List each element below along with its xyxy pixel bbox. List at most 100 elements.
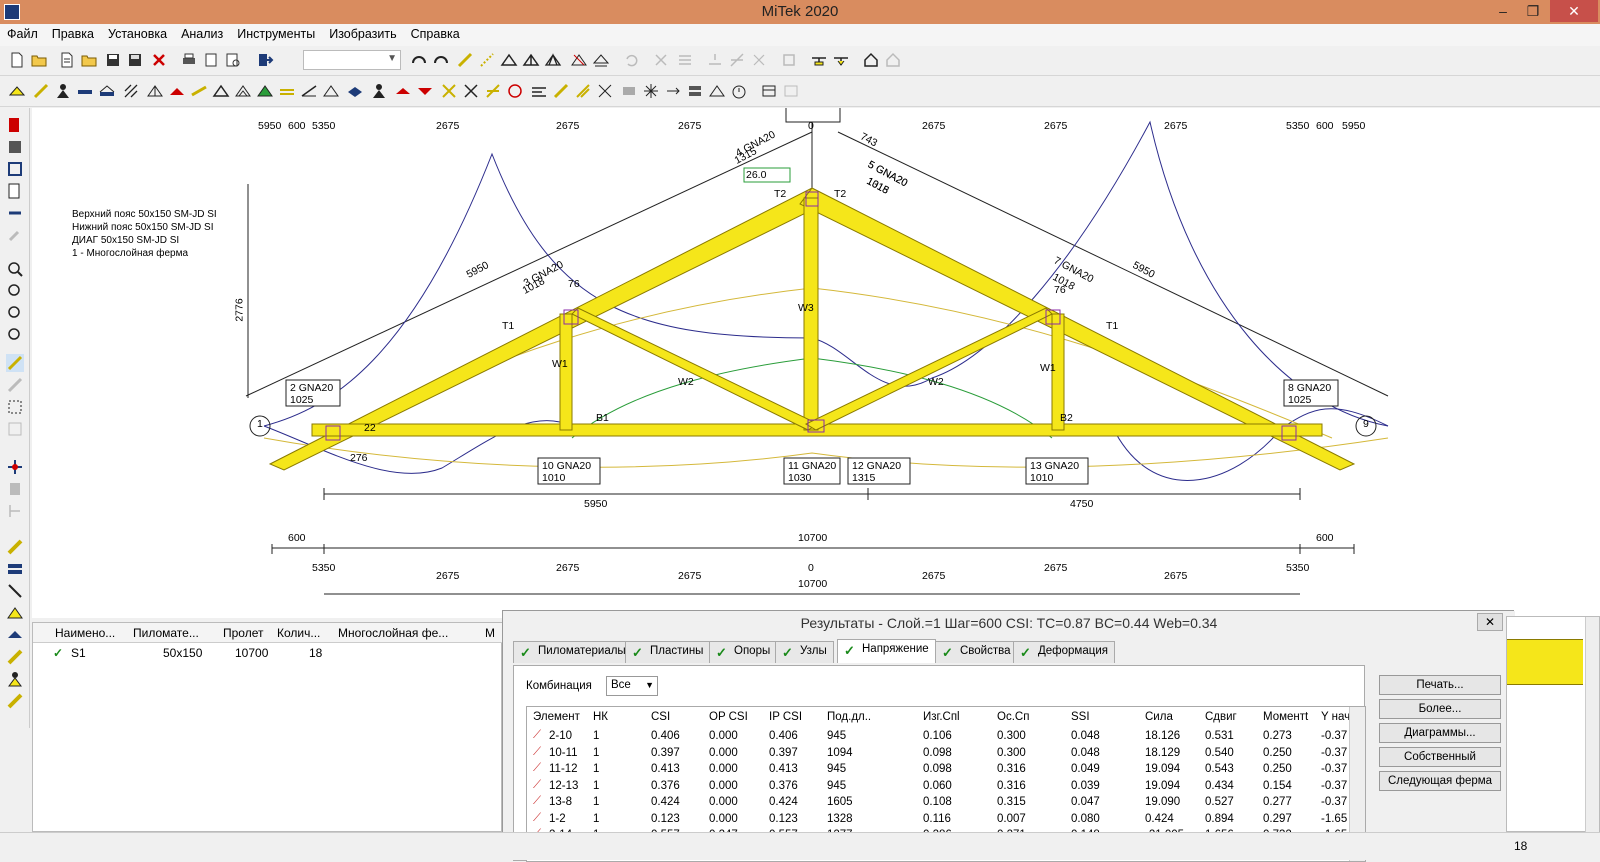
mini-scrollbar[interactable] (1585, 617, 1599, 833)
align-icon[interactable] (676, 51, 694, 69)
line-icon[interactable] (456, 51, 474, 69)
truss-type4-icon[interactable] (256, 82, 274, 100)
blue-block-icon[interactable] (346, 82, 364, 100)
truss-web-icon[interactable] (522, 51, 540, 69)
red-gable-icon[interactable] (394, 82, 412, 100)
web-split-icon[interactable] (484, 82, 502, 100)
blue-roof-icon[interactable] (6, 626, 24, 644)
combination-select[interactable]: Все ▼ (606, 676, 658, 696)
table-icon[interactable] (760, 82, 778, 100)
column-header[interactable]: Элемент (533, 711, 580, 723)
truss-check-icon[interactable] (592, 51, 610, 69)
custom-button[interactable]: Собственный (1379, 747, 1501, 767)
x-pattern-icon[interactable] (596, 82, 614, 100)
column-header[interactable]: Под.дл.. (827, 711, 871, 723)
column-header[interactable]: НК (593, 711, 608, 723)
more-button[interactable]: Более... (1379, 699, 1501, 719)
person-icon[interactable] (54, 82, 72, 100)
tab-deformation[interactable]: ✓ Деформация (1013, 641, 1115, 663)
open-folder-icon[interactable] (30, 51, 48, 69)
girder-icon[interactable] (98, 82, 116, 100)
rotate-icon[interactable] (780, 51, 798, 69)
beam-icon[interactable] (76, 82, 94, 100)
join-icon[interactable] (728, 51, 746, 69)
menu-analysis[interactable]: Анализ (174, 24, 230, 44)
plate-add-icon[interactable] (832, 51, 850, 69)
yellow-diag-icon[interactable] (6, 648, 24, 666)
maximize-button[interactable]: ❐ (1518, 0, 1548, 22)
cut-icon[interactable] (652, 51, 670, 69)
stack-icon[interactable] (686, 82, 704, 100)
dim2-icon[interactable] (6, 376, 24, 394)
table-row[interactable]: ⟋ 13-8 1 0.424 0.000 0.424 1605 0.108 0.315 0.047… (527, 795, 1347, 812)
red-roof-icon[interactable] (168, 82, 186, 100)
house-disabled-icon[interactable] (884, 51, 902, 69)
tab-plates[interactable]: ✓ Пластины (625, 641, 711, 663)
next-truss-button[interactable]: Следующая ферма (1379, 771, 1501, 791)
transfer-icon[interactable] (6, 204, 24, 222)
drawing-canvas[interactable]: Верхний пояс 50x150 SM-JD SI Нижний пояс… (32, 108, 1600, 618)
menu-draw[interactable]: Изобразить (322, 24, 403, 44)
table-row[interactable]: ⟋ 10-11 1 0.397 0.000 0.397 1094 0.098 0.300 0.04… (527, 746, 1347, 763)
worker-icon[interactable] (6, 670, 24, 688)
red-down-icon[interactable] (416, 82, 434, 100)
clock-icon[interactable] (730, 82, 748, 100)
truss-type6-icon[interactable] (300, 82, 318, 100)
house-icon[interactable] (862, 51, 880, 69)
column-header[interactable]: CSI (651, 711, 670, 723)
exit-icon[interactable] (6, 116, 24, 134)
diag-double-icon[interactable] (574, 82, 592, 100)
truss-king-icon[interactable] (544, 51, 562, 69)
col-name[interactable]: Наимено... (55, 626, 115, 640)
layers-icon[interactable] (6, 138, 24, 156)
hatch-icon[interactable] (122, 82, 140, 100)
menu-file[interactable]: Файл (0, 24, 45, 44)
column-header[interactable]: Изг.Спl (923, 711, 960, 723)
undo-icon[interactable] (622, 51, 640, 69)
delete-icon[interactable] (150, 51, 168, 69)
tab-lumber[interactable]: ✓ Пиломатериалы (513, 641, 633, 663)
swirl-icon[interactable] (506, 82, 524, 100)
col-m[interactable]: М (485, 626, 495, 640)
truss-type1-icon[interactable] (146, 82, 164, 100)
truss-shape-icon[interactable] (8, 82, 26, 100)
truss-icon[interactable] (500, 51, 518, 69)
arc-reverse-icon[interactable] (432, 51, 450, 69)
truss-type7-icon[interactable] (322, 82, 340, 100)
truss-row[interactable]: ✓ S1 50x150 10700 18 (33, 643, 503, 663)
col-lumber[interactable]: Пиломате... (133, 626, 199, 640)
select-icon[interactable] (6, 398, 24, 416)
tab-supports[interactable]: ✓ Опоры (709, 641, 778, 663)
roof-tool-icon[interactable] (6, 604, 24, 622)
column-header[interactable]: Сила (1145, 711, 1173, 723)
column-header[interactable]: IP CSI (769, 711, 802, 723)
column-header[interactable]: Ос.Сп (997, 711, 1029, 723)
new-file-icon[interactable] (8, 51, 26, 69)
zoom-icon[interactable] (6, 260, 24, 278)
web-cross-icon[interactable] (462, 82, 480, 100)
minimize-button[interactable]: – (1488, 0, 1518, 22)
zoom-in-icon[interactable] (6, 282, 24, 300)
truss-type2-icon[interactable] (212, 82, 230, 100)
align-left-icon[interactable] (530, 82, 548, 100)
open-doc-icon[interactable] (80, 51, 98, 69)
zoom-fit-icon[interactable] (6, 326, 24, 344)
arc-icon[interactable] (410, 51, 428, 69)
frame-icon[interactable] (6, 160, 24, 178)
picture-icon[interactable] (6, 420, 24, 438)
menu-help[interactable]: Справка (404, 24, 467, 44)
col-multilayer[interactable]: Многослойная фе... (338, 626, 448, 640)
ruler-icon[interactable] (6, 502, 24, 520)
column-header[interactable]: Моментt (1263, 711, 1308, 723)
roof-gear-icon[interactable] (708, 82, 726, 100)
table-row[interactable]: ⟋ 11-12 1 0.413 0.000 0.413 945 0.098 0.316 0.049… (527, 762, 1347, 779)
export-icon[interactable] (256, 51, 274, 69)
preview-icon[interactable] (224, 51, 242, 69)
pencil-icon[interactable] (32, 82, 50, 100)
new-doc-icon[interactable] (58, 51, 76, 69)
gray-block-icon[interactable] (620, 82, 638, 100)
diag-icon[interactable] (552, 82, 570, 100)
save-icon[interactable] (104, 51, 122, 69)
beam-tool-icon[interactable] (6, 560, 24, 578)
mirror-icon[interactable] (750, 51, 768, 69)
